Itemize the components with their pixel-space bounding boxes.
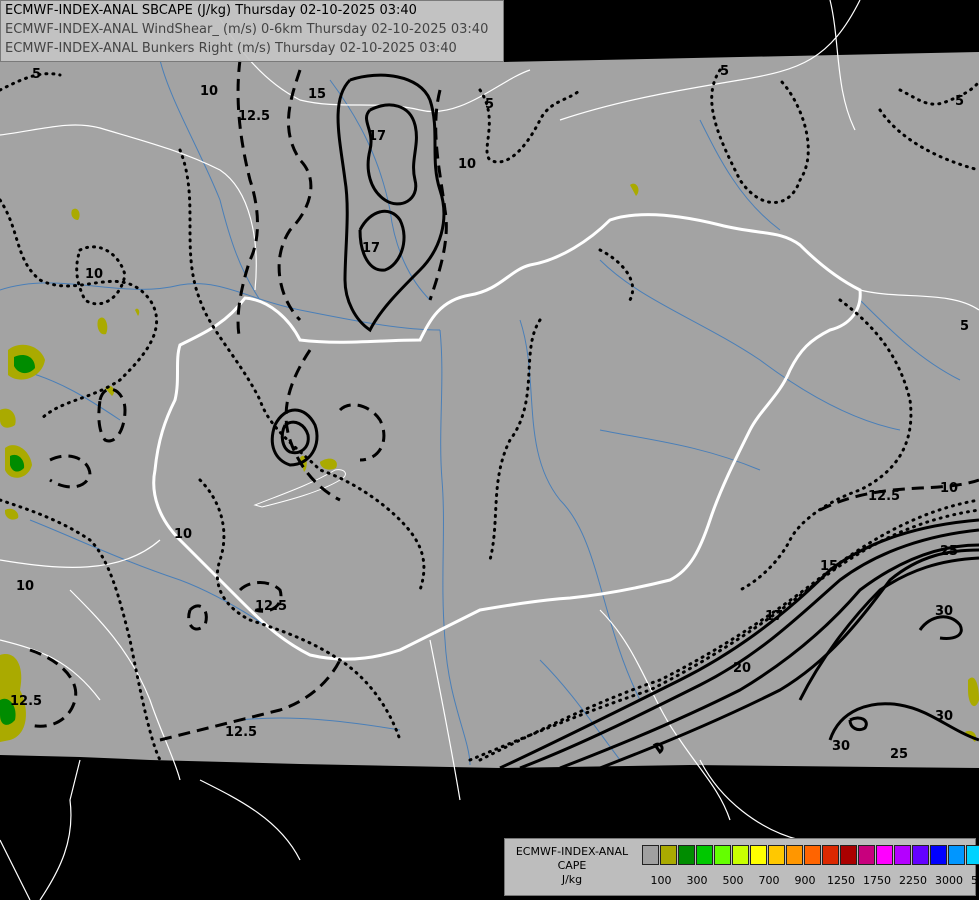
legend-swatch [804, 845, 821, 865]
label-15: 15 [308, 87, 326, 102]
legend-tick-label: 5000 [971, 874, 979, 887]
label-12-5b: 12.5 [255, 599, 287, 614]
legend-tick-label: 2250 [899, 874, 927, 887]
legend-swatch [858, 845, 875, 865]
legend-tick-label: 1750 [863, 874, 891, 887]
legend-swatch [840, 845, 857, 865]
legend-tick-label: 700 [758, 874, 780, 887]
legend-swatch [894, 845, 911, 865]
map-header: ECMWF-INDEX-ANAL SBCAPE (J/kg) Thursday … [0, 0, 504, 62]
cape-legend: ECMWF-INDEX-ANAL CAPE J/kg 100 300 500 700 9… [504, 838, 979, 896]
legend-variable: CAPE [557, 859, 587, 872]
label-5d: 5 [955, 94, 964, 109]
label-17: 17 [368, 129, 386, 144]
legend-swatch [930, 845, 947, 865]
label-12-5: 12.5 [238, 109, 270, 124]
label-20: 20 [733, 661, 751, 676]
label-10e: 10 [16, 579, 34, 594]
legend-tick-label: 500 [722, 874, 744, 887]
legend-unit: J/kg [561, 873, 583, 886]
legend-swatch [948, 845, 965, 865]
header-line-windshear: ECMWF-INDEX-ANAL WindShear_ (m/s) 0-6km … [5, 22, 489, 37]
label-5c: 5 [720, 64, 729, 79]
label-12-5c: 12.5 [225, 725, 257, 740]
legend-swatch [750, 845, 767, 865]
label-10b: 10 [458, 157, 476, 172]
legend-title: ECMWF-INDEX-ANAL CAPE J/kg [507, 845, 637, 887]
legend-swatch [732, 845, 749, 865]
label-30: 30 [935, 604, 953, 619]
legend-swatch [696, 845, 713, 865]
label-25: 25 [940, 544, 958, 559]
label-5e: 5 [960, 319, 969, 334]
header-line-bunkers: ECMWF-INDEX-ANAL Bunkers Right (m/s) Thu… [5, 41, 457, 56]
legend-model: ECMWF-INDEX-ANAL [515, 845, 629, 858]
label-10f: 10 [940, 481, 958, 496]
label-10c: 10 [85, 267, 103, 282]
legend-swatch [768, 845, 785, 865]
label-15b: 15 [820, 559, 838, 574]
legend-swatch [642, 845, 659, 865]
legend-swatch [912, 845, 929, 865]
label-12-5d: 12.5 [10, 694, 42, 709]
label-10d: 10 [174, 527, 192, 542]
legend-tick-label: 3000 [935, 874, 963, 887]
label-10: 10 [200, 84, 218, 99]
legend-swatch [660, 845, 677, 865]
label-30c: 30 [832, 739, 850, 754]
label-17b: 17 [362, 241, 380, 256]
legend-swatch [714, 845, 731, 865]
label-5: 5 [32, 67, 41, 82]
legend-swatch [822, 845, 839, 865]
label-17c: 17 [765, 609, 783, 624]
label-5b: 5 [485, 97, 494, 112]
legend-tick-label: 900 [794, 874, 816, 887]
label-25b: 25 [890, 747, 908, 762]
legend-tick-label: 1250 [827, 874, 855, 887]
legend-swatch [876, 845, 893, 865]
legend-swatch [786, 845, 803, 865]
label-30b: 30 [935, 709, 953, 724]
header-line-sbcape: ECMWF-INDEX-ANAL SBCAPE (J/kg) Thursday … [5, 3, 417, 18]
legend-color-bar [642, 845, 979, 865]
legend-swatch [966, 845, 979, 865]
legend-swatch [678, 845, 695, 865]
label-12-5e: 12.5 [868, 489, 900, 504]
weather-map: 5 10 12.5 15 17 17 10 5 10 10 10 12.5 12… [0, 0, 979, 900]
legend-tick-label: 100 [650, 874, 672, 887]
legend-ticks: 100 300 500 700 900 1250 1750 2250 3000 5000 [642, 874, 979, 888]
legend-tick-label: 300 [686, 874, 708, 887]
